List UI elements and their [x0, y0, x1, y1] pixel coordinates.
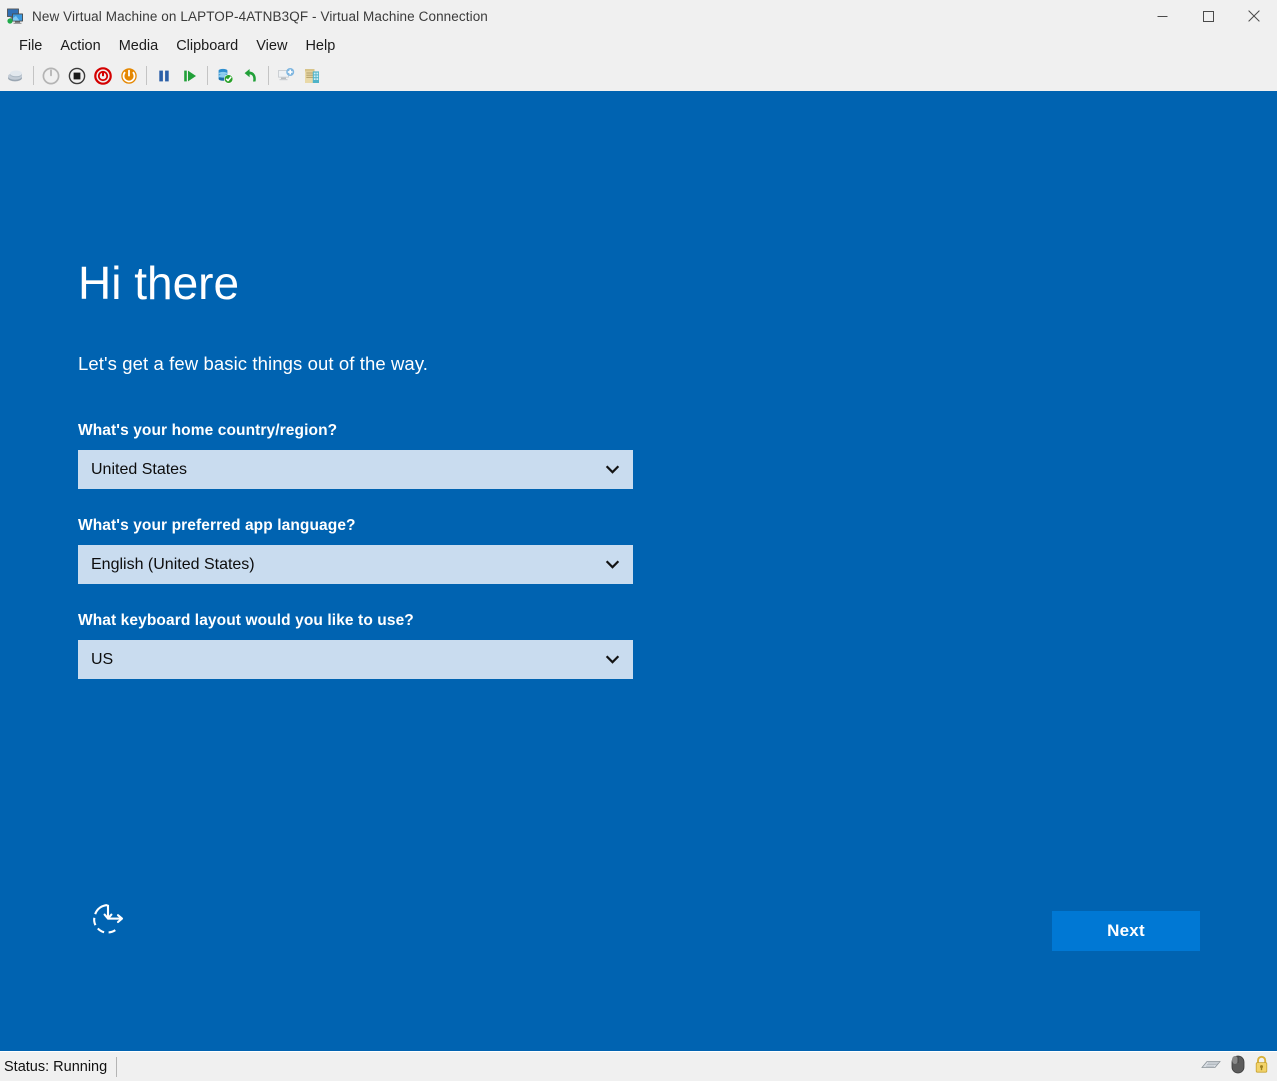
keyboard-layout-combobox[interactable]: US: [78, 640, 633, 679]
ease-of-access-icon: [87, 898, 129, 945]
minimize-button[interactable]: [1139, 0, 1185, 32]
app-language-value: English (United States): [91, 555, 255, 573]
menu-item-clipboard[interactable]: Clipboard: [167, 35, 247, 57]
oobe-page: Hi there Let's get a few basic things ou…: [0, 91, 1277, 1051]
enhanced-session-icon[interactable]: [274, 64, 298, 88]
keyboard-icon: [1200, 1057, 1222, 1077]
country-region-field: What's your home country/region? United …: [78, 422, 678, 489]
title-bar: New Virtual Machine on LAPTOP-4ATNB3QF -…: [0, 0, 1277, 32]
country-region-value: United States: [91, 460, 188, 478]
chevron-down-icon: [604, 461, 621, 478]
keyboard-layout-field: What keyboard layout would you like to u…: [78, 612, 678, 679]
app-language-field: What's your preferred app language? Engl…: [78, 517, 678, 584]
menu-item-action[interactable]: Action: [51, 35, 109, 57]
chevron-down-icon: [604, 651, 621, 668]
app-language-label: What's your preferred app language?: [78, 517, 356, 534]
close-button[interactable]: [1231, 0, 1277, 32]
virtual-machine-connection-window: New Virtual Machine on LAPTOP-4ATNB3QF -…: [0, 0, 1277, 1081]
page-title: Hi there: [78, 257, 240, 309]
ctrl-alt-delete-icon[interactable]: [4, 64, 28, 88]
status-bar-icons: [1200, 1055, 1269, 1079]
status-badge: Status: Running: [4, 1058, 108, 1075]
menu-item-file[interactable]: File: [10, 35, 51, 57]
window-title: New Virtual Machine on LAPTOP-4ATNB3QF -…: [32, 8, 488, 24]
keyboard-layout-value: US: [91, 650, 114, 668]
app-language-combobox[interactable]: English (United States): [78, 545, 633, 584]
menu-bar: File Action Media Clipboard View Help: [0, 32, 1277, 60]
virtual-machine-icon: [6, 7, 24, 25]
shut-down-icon[interactable]: [91, 64, 115, 88]
country-region-combobox[interactable]: United States: [78, 450, 633, 489]
toolbar-separator: [146, 66, 147, 85]
pause-icon[interactable]: [152, 64, 176, 88]
checkpoint-icon[interactable]: [213, 64, 237, 88]
chevron-down-icon: [604, 556, 621, 573]
oobe-content: Hi there Let's get a few basic things ou…: [78, 260, 678, 707]
save-icon[interactable]: [117, 64, 141, 88]
lock-icon: [1254, 1055, 1269, 1079]
page-subtitle: Let's get a few basic things out of the …: [78, 353, 429, 374]
virtual-machine-screen[interactable]: Hi there Let's get a few basic things ou…: [0, 91, 1277, 1051]
toolbar-separator: [33, 66, 34, 85]
toolbar-separator: [268, 66, 269, 85]
status-separator: [116, 1056, 118, 1077]
revert-icon[interactable]: [239, 64, 263, 88]
country-region-label: What's your home country/region?: [78, 422, 338, 439]
start-icon[interactable]: [39, 64, 63, 88]
status-bar: Status: Running: [0, 1051, 1277, 1081]
toolbar-separator: [207, 66, 208, 85]
maximize-button[interactable]: [1185, 0, 1231, 32]
toolbar: [0, 60, 1277, 91]
settings-icon[interactable]: [300, 64, 324, 88]
window-controls: [1139, 0, 1277, 32]
menu-item-help[interactable]: Help: [296, 35, 344, 57]
mouse-icon: [1231, 1055, 1245, 1079]
reset-icon[interactable]: [178, 64, 202, 88]
next-button[interactable]: Next: [1052, 911, 1200, 951]
ease-of-access-button[interactable]: [86, 899, 130, 943]
menu-item-media[interactable]: Media: [110, 35, 168, 57]
menu-item-view[interactable]: View: [247, 35, 296, 57]
keyboard-layout-label: What keyboard layout would you like to u…: [78, 612, 414, 629]
turn-off-icon[interactable]: [65, 64, 89, 88]
